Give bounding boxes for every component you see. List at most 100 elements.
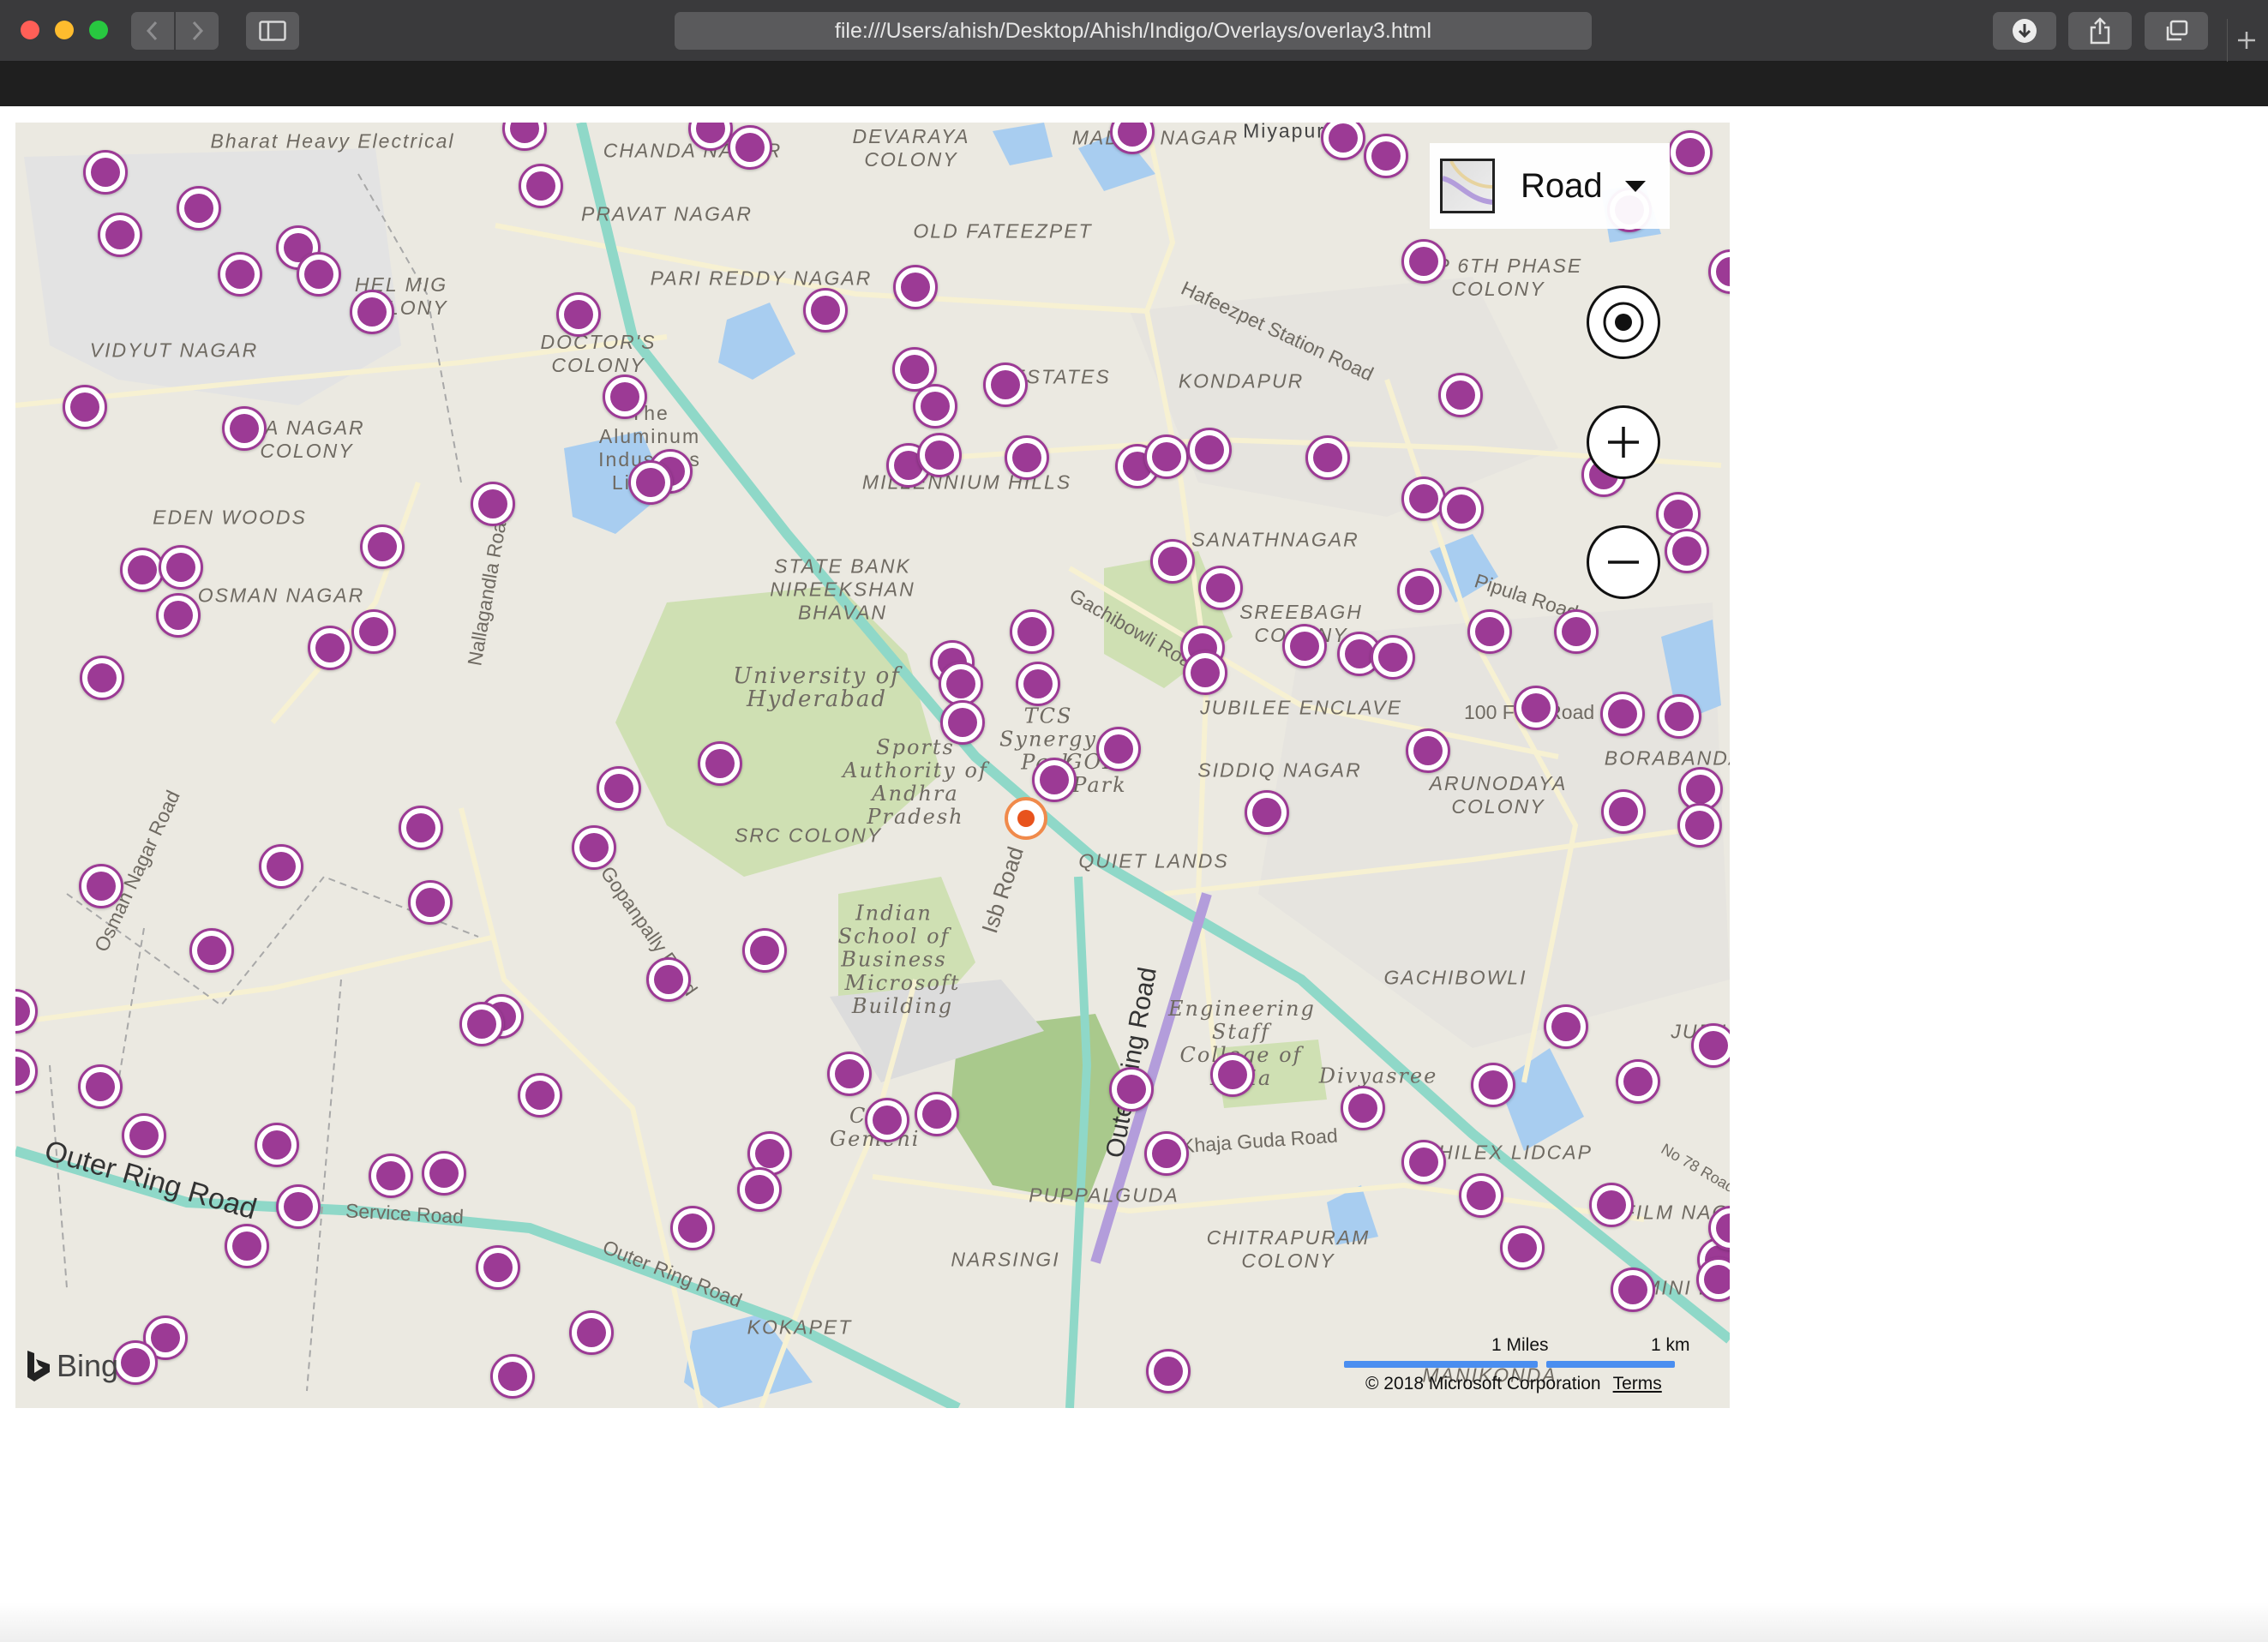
map-pin[interactable] (1554, 609, 1599, 654)
map-pin[interactable] (597, 766, 641, 811)
share-button[interactable] (2068, 12, 2132, 50)
map-pin[interactable] (98, 213, 142, 257)
map-pin[interactable] (917, 433, 962, 477)
map-pin[interactable] (122, 1113, 166, 1158)
map-pin[interactable] (79, 864, 123, 908)
map-pin[interactable] (1406, 728, 1450, 773)
map-pin[interactable] (1459, 1173, 1503, 1218)
map-pin[interactable] (1146, 1349, 1191, 1393)
map-pin[interactable] (276, 1184, 321, 1229)
map-pin[interactable] (1601, 789, 1646, 834)
map-pin[interactable] (1005, 435, 1049, 480)
map-pin[interactable] (1096, 727, 1141, 771)
map-pin[interactable] (159, 545, 203, 590)
map-style-picker[interactable]: Road (1430, 143, 1670, 229)
map-pin[interactable] (1144, 434, 1189, 479)
map-pin[interactable] (459, 1002, 504, 1046)
map-pin[interactable] (1341, 1086, 1385, 1130)
map-pin[interactable] (1016, 662, 1060, 706)
map-pin[interactable] (603, 375, 647, 419)
map-pin[interactable] (80, 656, 124, 700)
map-pin[interactable] (519, 164, 563, 208)
map-pin[interactable] (1198, 566, 1243, 610)
downloads-button[interactable] (1993, 12, 2056, 50)
map-pin[interactable] (1471, 1063, 1515, 1107)
map-pin[interactable] (490, 1354, 535, 1399)
map-pin[interactable] (308, 626, 352, 670)
map-pin[interactable] (1611, 1267, 1655, 1312)
locate-me-button[interactable] (1587, 285, 1660, 359)
map-pin[interactable] (1187, 428, 1232, 472)
map-pin[interactable] (1544, 1004, 1588, 1049)
map-pin[interactable] (1589, 1183, 1634, 1227)
map-pin[interactable] (1500, 1226, 1545, 1270)
map-pin[interactable] (360, 524, 405, 569)
map-pin[interactable] (1032, 758, 1077, 802)
show-tabs-button[interactable] (2145, 12, 2208, 50)
map-pin[interactable] (569, 1310, 614, 1355)
sidebar-button[interactable] (246, 12, 299, 50)
map-pin[interactable] (1364, 134, 1408, 178)
map-pin[interactable] (83, 150, 128, 195)
map-pin[interactable] (225, 1224, 269, 1268)
map-pin[interactable] (222, 406, 267, 451)
map-pin[interactable] (646, 957, 691, 1002)
map-pin[interactable] (259, 844, 303, 889)
map-pin[interactable] (1600, 692, 1645, 736)
minimize-window-button[interactable] (55, 21, 74, 39)
map-pin[interactable] (1245, 790, 1289, 835)
map-pin[interactable] (113, 1340, 158, 1385)
map-pin[interactable] (1668, 130, 1713, 175)
map-pin[interactable] (1657, 694, 1701, 739)
map-pin[interactable] (189, 928, 234, 973)
map-pin[interactable] (518, 1073, 562, 1118)
map-pin[interactable] (78, 1064, 123, 1109)
current-location-marker[interactable] (1005, 797, 1047, 840)
map-pin[interactable] (1109, 1067, 1154, 1112)
map-pin[interactable] (408, 880, 453, 925)
map-pin[interactable] (1616, 1059, 1660, 1104)
map-canvas[interactable]: Bharat Heavy Electrical CHANDA NAGAR DEV… (15, 123, 1730, 1408)
map-pin[interactable] (1010, 609, 1054, 654)
map-pin[interactable] (63, 385, 107, 429)
map-pin[interactable] (827, 1052, 872, 1096)
map-pin[interactable] (1401, 1140, 1446, 1184)
address-bar[interactable]: file:///Users/ahish/Desktop/Ahish/Indigo… (675, 12, 1592, 50)
map-pin[interactable] (1439, 487, 1484, 531)
map-pin[interactable] (177, 186, 221, 231)
map-pin[interactable] (728, 125, 772, 170)
map-pin[interactable] (913, 384, 957, 428)
map-pin[interactable] (698, 741, 742, 786)
map-pin[interactable] (218, 252, 262, 297)
zoom-in-button[interactable] (1587, 405, 1660, 479)
map-pin[interactable] (556, 292, 601, 337)
map-pin[interactable] (737, 1167, 782, 1212)
map-pin[interactable] (1691, 1023, 1730, 1068)
map-pin[interactable] (893, 265, 938, 309)
map-pin[interactable] (940, 700, 985, 745)
map-pin[interactable] (1467, 609, 1512, 654)
map-pin[interactable] (915, 1092, 959, 1136)
map-pin[interactable] (255, 1123, 299, 1167)
map-pin[interactable] (1150, 539, 1195, 584)
map-pin[interactable] (1282, 624, 1327, 668)
map-pin[interactable] (471, 482, 515, 526)
map-pin[interactable] (1210, 1052, 1255, 1097)
map-pin[interactable] (983, 363, 1028, 407)
map-pin[interactable] (1438, 373, 1483, 417)
map-pin[interactable] (156, 593, 201, 638)
map-pin[interactable] (1665, 529, 1709, 573)
map-pin[interactable] (865, 1098, 909, 1142)
map-pin[interactable] (572, 825, 616, 870)
close-window-button[interactable] (21, 21, 39, 39)
map-pin[interactable] (351, 609, 396, 654)
map-pin[interactable] (628, 460, 673, 505)
map-pin[interactable] (1371, 635, 1415, 680)
map-pin[interactable] (1305, 435, 1350, 480)
terms-link[interactable]: Terms (1613, 1374, 1662, 1393)
map-pin[interactable] (1401, 239, 1446, 284)
back-button[interactable] (131, 12, 174, 50)
zoom-window-button[interactable] (89, 21, 108, 39)
map-pin[interactable] (1677, 803, 1722, 848)
new-tab-button[interactable] (2227, 19, 2265, 62)
